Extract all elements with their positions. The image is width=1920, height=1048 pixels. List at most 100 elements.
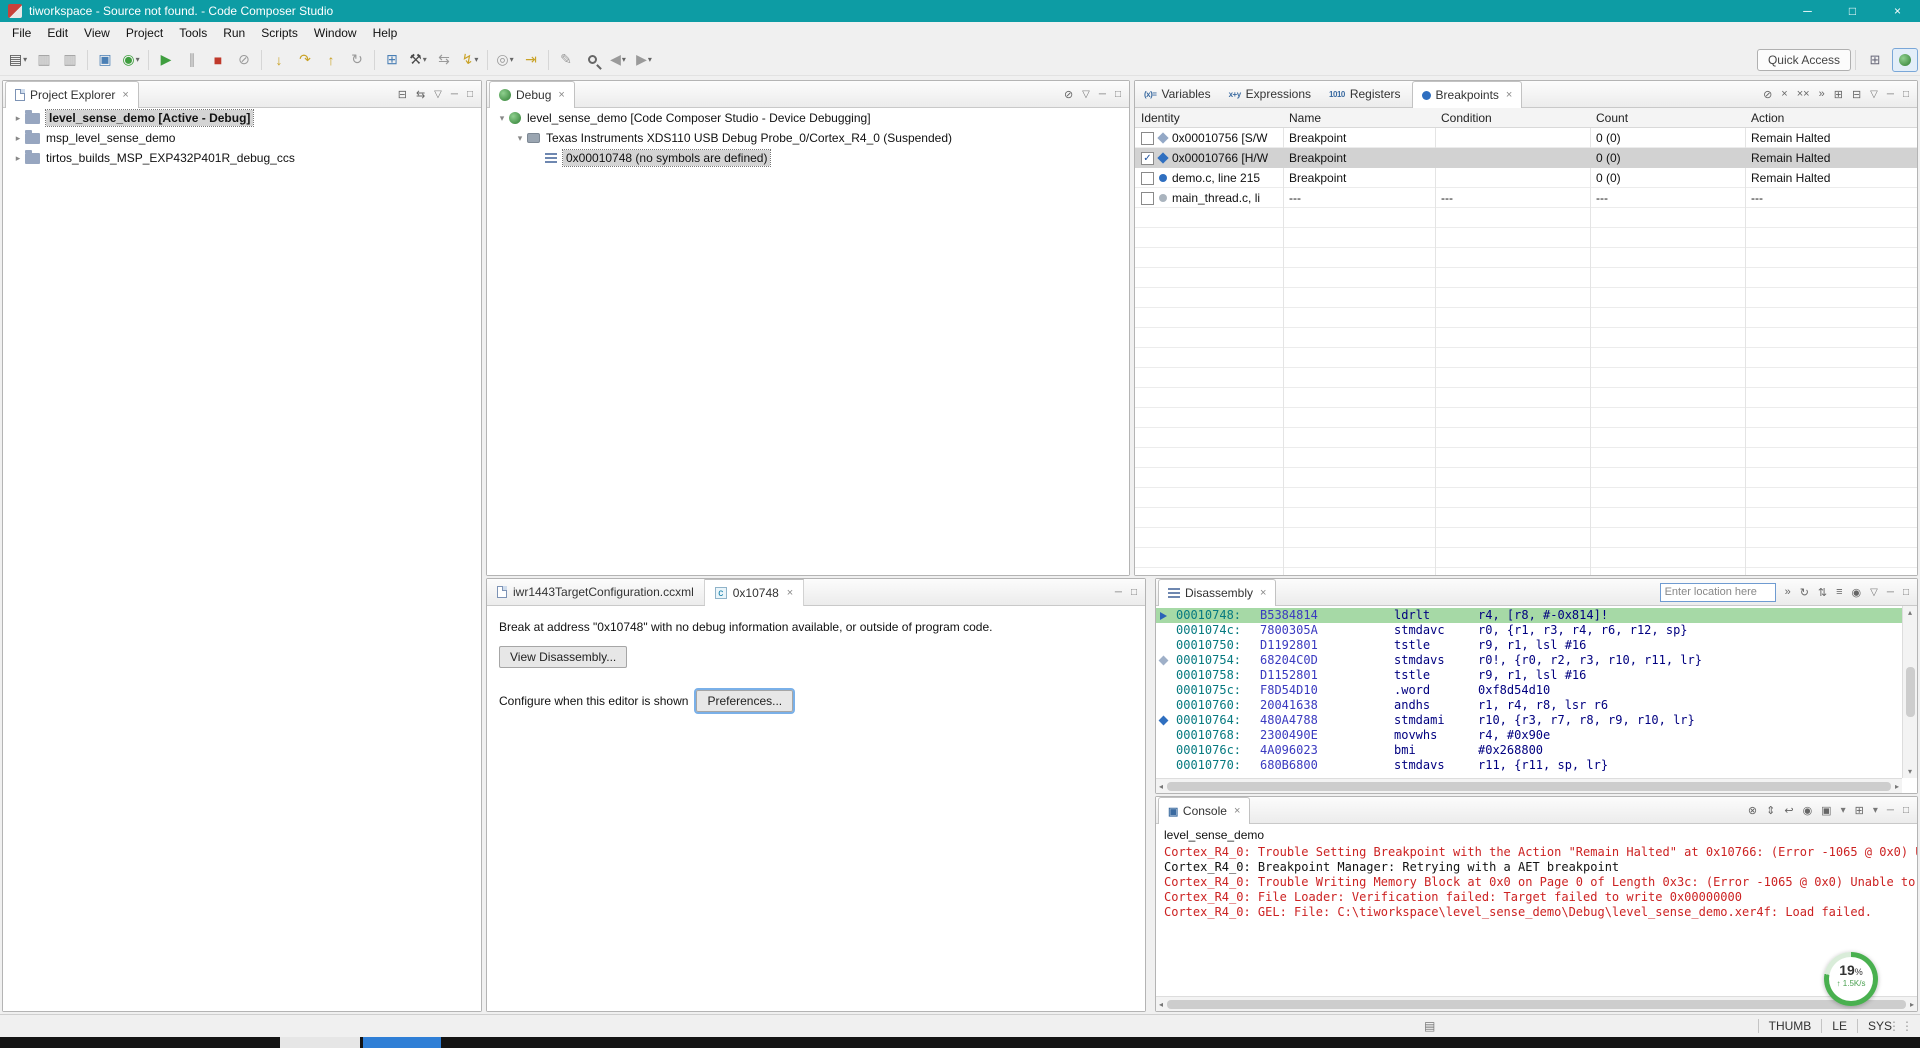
minimize-panel-icon[interactable]: ─ [1115, 587, 1122, 598]
view-menu-icon[interactable]: ▽ [434, 89, 442, 100]
disassembly-row[interactable]: 00010750: D1192801 tstle r9, r1, lsl #16 [1156, 638, 1902, 653]
tab-debug[interactable]: Debug × [489, 81, 575, 108]
maximize-panel-icon[interactable]: □ [1903, 805, 1909, 816]
table-row[interactable]: ✓ 0x00010766 [H/W Breakpoint 0 (0) Remai… [1135, 148, 1917, 168]
disassembly-row[interactable]: 00010754: 68204C0D stmdavs r0!, {r0, r2,… [1156, 653, 1902, 668]
tab-expressions[interactable]: x+y Expressions [1220, 81, 1320, 107]
menu-project[interactable]: Project [118, 23, 171, 43]
scroll-left-icon[interactable]: ◂ [1159, 782, 1163, 791]
collapse-all-icon[interactable]: ⊟ [398, 88, 407, 101]
pin-console-icon[interactable]: ◉ [1803, 804, 1813, 817]
close-tab-icon[interactable]: × [1260, 587, 1266, 599]
build-button[interactable]: ⚒▾ [406, 48, 430, 72]
menu-view[interactable]: View [76, 23, 118, 43]
debug-tree-item[interactable]: 0x00010748 (no symbols are defined) [487, 148, 1129, 168]
maximize-button[interactable]: □ [1830, 0, 1875, 22]
close-tab-icon[interactable]: × [1506, 89, 1512, 101]
horizontal-scrollbar[interactable]: ◂ ▸ [1156, 996, 1917, 1011]
disconnect-icon[interactable]: ⊘ [1064, 88, 1073, 101]
connect-target-button[interactable]: ⇆ [432, 48, 456, 72]
project-item[interactable]: ▸ msp_level_sense_demo [3, 128, 481, 148]
step-return-button[interactable]: ↑ [319, 48, 343, 72]
maximize-panel-icon[interactable]: □ [1115, 89, 1121, 100]
disassembly-row[interactable]: 00010748: B5384814 ldrlt r4, [r8, #-0x81… [1156, 608, 1902, 623]
link-editor-icon[interactable]: ⇆ [416, 88, 425, 101]
sync-icon[interactable]: ⇅ [1818, 586, 1827, 599]
breakpoint-checkbox[interactable] [1141, 172, 1154, 185]
column-name[interactable]: Name [1283, 111, 1435, 125]
suspend-button[interactable]: ∥ [180, 48, 204, 72]
chevron-down-icon[interactable]: ▾ [1873, 805, 1878, 816]
maximize-panel-icon[interactable]: □ [1903, 587, 1909, 598]
column-identity[interactable]: Identity [1135, 111, 1283, 125]
column-action[interactable]: Action [1745, 111, 1917, 125]
step-into-button[interactable]: ↓ [267, 48, 291, 72]
terminate-button[interactable]: ■ [206, 48, 230, 72]
close-button[interactable]: × [1875, 0, 1920, 22]
tab-target-configuration[interactable]: iwr1443TargetConfiguration.ccxml [487, 579, 705, 605]
scroll-right-icon[interactable]: ▸ [1895, 782, 1899, 791]
preferences-button[interactable]: Preferences... [696, 690, 793, 712]
word-wrap-icon[interactable]: ↩ [1784, 804, 1793, 817]
view-menu-icon[interactable]: ▽ [1870, 89, 1878, 100]
save-all-button[interactable]: ▥ [58, 48, 82, 72]
close-tab-icon[interactable]: × [558, 89, 564, 101]
annotate-button[interactable]: ✎ [554, 48, 578, 72]
restart-button[interactable]: ↻ [345, 48, 369, 72]
menu-file[interactable]: File [4, 23, 39, 43]
view-menu-icon[interactable]: ▽ [1082, 89, 1090, 100]
table-row[interactable]: main_thread.c, li --- --- --- --- [1135, 188, 1917, 208]
pin-icon[interactable]: ◉ [1852, 586, 1862, 599]
quick-access-button[interactable]: Quick Access [1757, 49, 1851, 71]
remove-all-breakpoints-icon[interactable]: ×× [1797, 88, 1810, 100]
target-config-button[interactable]: ◎▾ [493, 48, 517, 72]
minimize-panel-icon[interactable]: ─ [1887, 805, 1894, 816]
scroll-lock-icon[interactable]: ⇕ [1766, 804, 1775, 817]
forward-button[interactable]: ▶▾ [632, 48, 656, 72]
scroll-right-icon[interactable]: ▸ [1910, 1000, 1914, 1009]
project-item[interactable]: ▸ level_sense_demo [Active - Debug] [3, 108, 481, 128]
scrollbar-thumb[interactable] [1167, 1000, 1906, 1009]
breakpoint-checkbox[interactable]: ✓ [1141, 152, 1154, 165]
scroll-down-icon[interactable]: ▾ [1908, 767, 1912, 776]
search-button[interactable] [580, 48, 604, 72]
tab-breakpoints[interactable]: Breakpoints × [1412, 81, 1523, 108]
remove-breakpoint-icon[interactable]: × [1781, 88, 1787, 100]
open-perspective-button[interactable]: ⊞ [1862, 48, 1888, 72]
chevron-down-icon[interactable]: ▾ [1841, 805, 1846, 816]
display-console-icon[interactable]: ▣ [1821, 804, 1831, 817]
taskbar-item[interactable] [363, 1037, 441, 1048]
expand-icon[interactable]: ▸ [11, 153, 25, 164]
minimize-button[interactable]: ─ [1785, 0, 1830, 22]
disassembly-row[interactable]: 0001074c: 7800305A stmdavc r0, {r1, r3, … [1156, 623, 1902, 638]
tab-disassembly[interactable]: Disassembly × [1158, 579, 1276, 606]
debug-tree-item[interactable]: ▾ Texas Instruments XDS110 USB Debug Pro… [487, 128, 1129, 148]
tab-variables[interactable]: (x)= Variables [1135, 81, 1220, 107]
scroll-left-icon[interactable]: ◂ [1159, 1000, 1163, 1009]
minimize-panel-icon[interactable]: ─ [451, 89, 458, 100]
goto-pc-icon[interactable]: » [1785, 586, 1791, 598]
column-condition[interactable]: Condition [1435, 111, 1590, 125]
disassembly-row[interactable]: 00010770: 680B6800 stmdavs r11, {r11, sp… [1156, 758, 1902, 773]
breakpoint-checkbox[interactable] [1141, 192, 1154, 205]
save-button[interactable]: ▥ [32, 48, 56, 72]
disassembly-row[interactable]: 0001076c: 4A096023 bmi #0x268800 [1156, 743, 1902, 758]
menu-help[interactable]: Help [365, 23, 406, 43]
tab-console[interactable]: ▣ Console × [1158, 797, 1250, 824]
minimize-panel-icon[interactable]: ─ [1887, 89, 1894, 100]
disassembly-row[interactable]: 00010764: 480A4788 stmdami r10, {r3, r7,… [1156, 713, 1902, 728]
project-item[interactable]: ▸ tirtos_builds_MSP_EXP432P401R_debug_cc… [3, 148, 481, 168]
view-disassembly-button[interactable]: View Disassembly... [499, 646, 627, 668]
open-console-icon[interactable]: ⊞ [1855, 804, 1864, 817]
status-doc-icon[interactable]: ▤ [1424, 1019, 1435, 1033]
close-tab-icon[interactable]: × [787, 587, 793, 599]
windows-taskbar[interactable] [0, 1037, 1920, 1048]
disassembly-row[interactable]: 00010758: D1152801 tstle r9, r1, lsl #16 [1156, 668, 1902, 683]
disassembly-row[interactable]: 00010768: 2300490E movwhs r4, #0x90e [1156, 728, 1902, 743]
scrollbar-thumb[interactable] [1167, 782, 1891, 791]
new-button[interactable]: ▤▾ [6, 48, 30, 72]
expand-all-icon[interactable]: ⊞ [1834, 88, 1843, 101]
breakpoint-checkbox[interactable] [1141, 132, 1154, 145]
collapse-all-icon[interactable]: ⊟ [1852, 88, 1861, 101]
menu-scripts[interactable]: Scripts [253, 23, 306, 43]
